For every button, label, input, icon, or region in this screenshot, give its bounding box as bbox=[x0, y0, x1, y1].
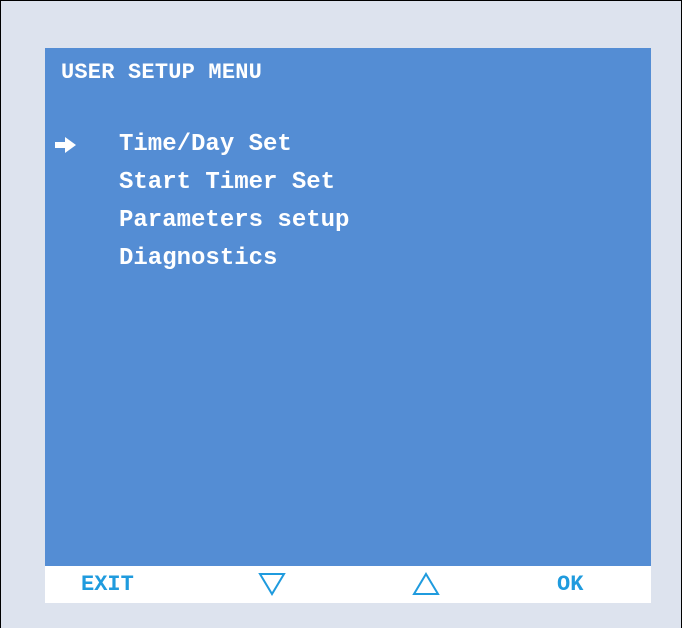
softkey-bar: EXIT OK bbox=[45, 566, 651, 603]
menu-item-start-timer-set[interactable]: Start Timer Set bbox=[45, 164, 651, 202]
setup-menu: Time/Day Set Start Timer Set Parameters … bbox=[45, 126, 651, 278]
menu-item-label: Parameters setup bbox=[119, 207, 350, 234]
menu-title: USER SETUP MENU bbox=[61, 60, 263, 85]
exit-softkey[interactable]: EXIT bbox=[81, 566, 134, 603]
ok-softkey[interactable]: OK bbox=[557, 566, 583, 603]
menu-item-diagnostics[interactable]: Diagnostics bbox=[45, 240, 651, 278]
menu-item-label: Start Timer Set bbox=[119, 169, 336, 196]
menu-item-parameters-setup[interactable]: Parameters setup bbox=[45, 202, 651, 240]
menu-item-time-day-set[interactable]: Time/Day Set bbox=[45, 126, 651, 164]
menu-item-label: Diagnostics bbox=[119, 245, 278, 272]
up-softkey[interactable] bbox=[412, 572, 440, 598]
triangle-up-icon bbox=[412, 572, 440, 595]
lcd-screen: USER SETUP MENU Time/Day Set Start Timer… bbox=[45, 48, 651, 566]
selection-arrow-icon bbox=[55, 137, 76, 153]
down-softkey[interactable] bbox=[258, 572, 286, 598]
menu-item-label: Time/Day Set bbox=[119, 131, 292, 158]
device-panel: USER SETUP MENU Time/Day Set Start Timer… bbox=[0, 0, 682, 628]
triangle-down-icon bbox=[258, 573, 286, 596]
